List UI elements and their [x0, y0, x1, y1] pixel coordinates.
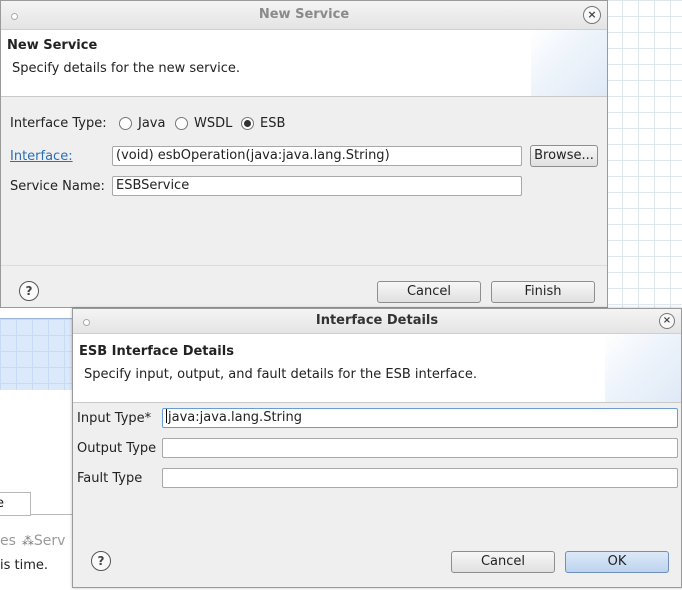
- new-service-header: New Service Specify details for the new …: [1, 30, 607, 97]
- service-name-field[interactable]: ESBService: [112, 176, 522, 196]
- new-service-titlebar[interactable]: New Service ×: [1, 1, 607, 30]
- radio-esb[interactable]: [241, 117, 254, 130]
- new-service-header-desc: Specify details for the new service.: [12, 61, 241, 76]
- background-tab-label[interactable]: es: [0, 533, 16, 549]
- output-type-label: Output Type: [77, 441, 157, 456]
- close-icon[interactable]: ×: [583, 6, 601, 24]
- header-banner-image: [605, 334, 681, 402]
- interface-details-dialog: Interface Details × ESB Interface Detail…: [72, 308, 682, 588]
- new-service-window-title: New Service: [258, 7, 350, 22]
- text-caret: [166, 409, 167, 423]
- help-icon[interactable]: ?: [91, 551, 111, 571]
- radio-wsdl-label[interactable]: WSDL: [194, 116, 232, 131]
- background-tab-services[interactable]: Serv: [34, 533, 66, 549]
- new-service-header-title: New Service: [7, 38, 98, 53]
- interface-details-header-title: ESB Interface Details: [79, 344, 234, 359]
- input-type-value: java:java.lang.String: [168, 410, 302, 425]
- input-type-label: Input Type*: [77, 411, 152, 426]
- interface-details-header: ESB Interface Details Specify input, out…: [73, 334, 681, 403]
- ok-button[interactable]: OK: [565, 551, 669, 573]
- radio-wsdl[interactable]: [175, 117, 188, 130]
- radio-java[interactable]: [119, 117, 132, 130]
- window-menu-icon[interactable]: [83, 319, 90, 326]
- interface-field[interactable]: (void) esbOperation(java:java.lang.Strin…: [112, 146, 522, 166]
- interface-type-label: Interface Type:: [10, 116, 107, 131]
- browse-button[interactable]: Browse...: [530, 145, 598, 167]
- background-tab-line: [30, 514, 72, 515]
- interface-details-window-title: Interface Details: [315, 313, 439, 328]
- background-status-text: is time.: [0, 558, 49, 573]
- fault-type-label: Fault Type: [77, 471, 143, 486]
- cancel-button[interactable]: Cancel: [377, 281, 481, 303]
- radio-esb-label[interactable]: ESB: [260, 116, 285, 131]
- fault-type-field[interactable]: [162, 468, 678, 488]
- output-type-field[interactable]: [162, 438, 678, 458]
- button-bar-separator: [1, 265, 607, 266]
- finish-button[interactable]: Finish: [491, 281, 595, 303]
- interface-details-header-desc: Specify input, output, and fault details…: [84, 367, 478, 382]
- canvas-grid-left: [0, 318, 72, 391]
- interface-link[interactable]: Interface:: [10, 149, 73, 164]
- background-tab[interactable]: e: [0, 492, 31, 516]
- help-icon[interactable]: ?: [19, 281, 39, 301]
- window-menu-icon[interactable]: [11, 13, 18, 20]
- background-view-tabs: es ⁂Serv: [0, 533, 72, 553]
- header-banner-image: [531, 30, 607, 96]
- close-icon[interactable]: ×: [659, 313, 675, 329]
- service-name-label: Service Name:: [10, 179, 105, 194]
- canvas-grid-right: [606, 0, 682, 310]
- input-type-field[interactable]: java:java.lang.String: [162, 408, 678, 428]
- new-service-dialog: New Service × New Service Specify detail…: [0, 0, 608, 308]
- cancel-button[interactable]: Cancel: [451, 551, 555, 573]
- interface-details-titlebar[interactable]: Interface Details ×: [73, 309, 681, 334]
- radio-java-label[interactable]: Java: [138, 116, 165, 131]
- services-icon: ⁂: [21, 534, 34, 548]
